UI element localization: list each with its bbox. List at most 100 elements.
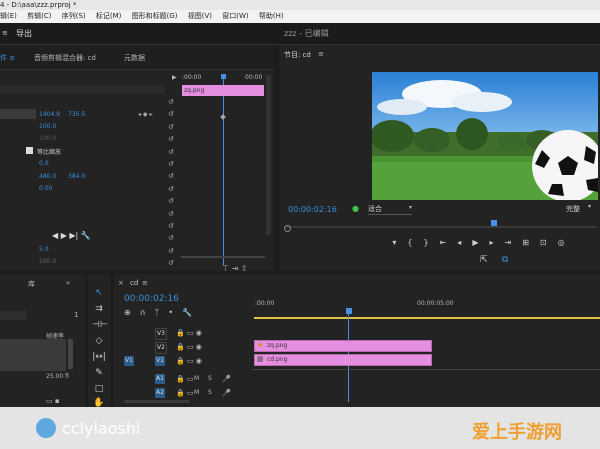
project-scrollbar[interactable] [68,339,73,369]
track-v3-target[interactable]: V3 [155,328,167,340]
program-monitor-title[interactable]: 节目: cd [284,50,311,60]
a1-lock-icon[interactable]: 🔒 ▭ [176,375,194,383]
clip-zq[interactable]: zq.png [254,340,432,352]
playback-mini-controls[interactable]: ◀ ▶ ▶| 🔧 [52,231,91,240]
a2-mic-icon[interactable]: 🎤 [222,389,231,397]
clip-cd[interactable]: cd.png [254,354,432,366]
track-v2-target[interactable]: V2 [155,342,167,354]
project-search[interactable] [0,311,26,320]
uniform-scale-checkbox[interactable] [26,147,33,154]
v1-controls[interactable]: 🔒 ▭ ◉ [176,357,202,365]
timeline-zoom-scroll[interactable] [124,400,190,403]
rectangle-tool-icon[interactable]: □ [92,382,106,396]
menu-item-edit[interactable]: 辑(E) [0,12,17,20]
program-playhead[interactable] [491,220,497,226]
menu-item-clip[interactable]: 剪辑(C) [27,12,51,20]
export-frame-icon[interactable]: ⇱ [480,255,488,265]
fit-dropdown[interactable]: 适合 ▾ [368,204,412,215]
item-count: 1 [74,311,79,319]
track-v1-target[interactable]: V1 [155,356,165,366]
keyframe-nav-left-icon[interactable]: ◂ ◆ ▸ [138,111,152,118]
work-area-bar[interactable] [254,317,600,319]
watermark-left-text: cclylaoshi [62,419,141,438]
a1-mute[interactable]: M [194,375,199,382]
reset-icons-column[interactable]: ↺ ↺ ↺ ↺ ↺ ↺ ↺ ↺ ↺ ↺ ↺ ↺ ↺ ↺ [168,96,174,270]
position-x-value[interactable]: 1404.9 [39,111,60,118]
export-tab[interactable]: 导出 [16,28,32,39]
menu-item-markers[interactable]: 标记(M) [96,12,122,20]
effect-playhead-line [223,79,224,265]
home-icon[interactable]: ≡ [2,29,8,37]
v2-controls[interactable]: 🔒 ▭ ◉ [176,343,202,351]
keyframe-marker[interactable] [220,114,226,120]
scrubber-start-handle[interactable] [284,225,291,232]
effect-clip-bar: zq.png [182,85,264,96]
clip-zq-label: zq.png [267,342,288,349]
project-item[interactable] [0,339,66,371]
image-clip-icon: ▦ [257,355,264,363]
program-scrubber[interactable] [286,226,596,228]
tab-audio-mixer[interactable]: 音频剪辑混合器: cd [34,53,96,63]
effect-zoom-scroll[interactable] [181,256,265,258]
track-v1-source[interactable]: V1 [124,356,134,366]
timeline-playhead-handle[interactable] [346,308,352,314]
a1-mic-icon[interactable]: 🎤 [222,375,231,383]
menu-item-help[interactable]: 帮助(H) [259,12,284,20]
timeline-tools-row[interactable]: ⊕∩ᛉ•🔧 [124,308,201,317]
position-y-value[interactable]: 735.5 [68,111,85,118]
track-select-tool-icon[interactable]: ⇉ [92,302,106,316]
tools-panel: ↖ ⇉ ⊣⊢ ◇ |↔| ✎ □ ✋ [88,274,110,408]
tab-metadata[interactable]: 元数据 [124,53,145,63]
anchor-y-value[interactable]: 384.0 [68,173,85,180]
program-timecode[interactable]: 00:00:02:16 [288,205,337,214]
quality-chevron-icon[interactable]: ▾ [588,203,591,210]
razor-tool-icon[interactable]: ◇ [92,334,106,348]
opacity-value[interactable]: 5.0 [39,246,49,253]
track-headers: V3 V2 V1 V1 A1 A2 🔒 ▭ ◉ 🔒 ▭ ◉ 🔒 ▭ ◉ 🔒 ▭ … [114,326,250,398]
effect-row-selected [0,109,36,119]
effect-row-header [0,85,165,94]
pen-tool-icon[interactable]: ✎ [92,366,106,380]
tab-effect-controls[interactable]: 件 ≡ [0,53,15,63]
watermark-bar: cclylaoshi 爱上手游网 [0,407,600,449]
ripple-edit-tool-icon[interactable]: ⊣⊢ [92,318,108,332]
timeline-tab[interactable]: cd [130,279,138,287]
panel-menu-icon[interactable]: ≡ [318,50,324,58]
filter-icon[interactable]: ⊤ ⇥ ⇧ [222,264,247,273]
slip-tool-icon[interactable]: |↔| [92,350,106,364]
effect-scrollbar[interactable] [266,75,271,235]
v3-controls[interactable]: 🔒 ▭ ◉ [176,329,202,337]
anchor-x-value[interactable]: 480.0 [39,173,56,180]
effect-controls-panel: 件 ≡ 音频剪辑混合器: cd 元数据 :00:00 00:00 zq.png … [0,45,274,273]
quality-value[interactable]: 完整 [566,204,580,214]
uniform-scale-label: 等比缩放 [37,149,62,156]
timeline-timecode[interactable]: 00:00:02:16 [124,294,179,304]
expand-arrow-icon[interactable]: ▶ [172,74,177,81]
a2-solo[interactable]: S [208,389,212,396]
new-item-icon[interactable]: ▭ ▪ [46,397,60,405]
a1-solo[interactable]: S [208,375,212,382]
project-panel: 库 » 1 帧速率 25.00 fi ▭ ▪ [0,274,85,407]
menu-item-sequence[interactable]: 序列(S) [62,12,86,20]
timeline-menu-icon[interactable]: ≡ [142,279,148,287]
transport-controls[interactable]: ▾{}⇤◂▶▸⇥⊞⊡◎ [372,238,596,247]
project-tab[interactable]: 库 [28,279,35,289]
panel-more-icon[interactable]: » [66,279,70,287]
anti-flicker-value[interactable]: 0.00 [39,185,52,192]
track-a1-target[interactable]: A1 [155,374,165,384]
menu-item-graphics[interactable]: 图形和标题(G) [132,12,178,20]
project-title: zzz - 已编辑 [284,29,329,38]
selection-tool-icon[interactable]: ↖ [92,286,106,300]
compare-icon[interactable]: ⧉ [502,255,508,265]
timeline-close-icon[interactable]: × [118,279,124,287]
a2-mute[interactable]: M [194,389,199,396]
a2-lock-icon[interactable]: 🔒 ▭ [176,389,194,397]
menu-item-window[interactable]: 窗口(W) [222,12,248,20]
workspace-bar: ≡ 导出 zzz - 已编辑 [0,23,600,45]
menu-bar: 辑(E) 剪辑(C) 序列(S) 标记(M) 图形和标题(G) 视图(V) 窗口… [0,10,600,23]
scale-value[interactable]: 100.0 [39,123,56,130]
track-a2-target[interactable]: A2 [155,388,165,398]
menu-item-view[interactable]: 视图(V) [188,12,212,20]
timeline-panel: × cd ≡ 00:00:02:16 ⊕∩ᛉ•🔧 :00:00 00:00:05… [114,274,600,407]
rotation-value[interactable]: 0.0 [39,160,49,167]
